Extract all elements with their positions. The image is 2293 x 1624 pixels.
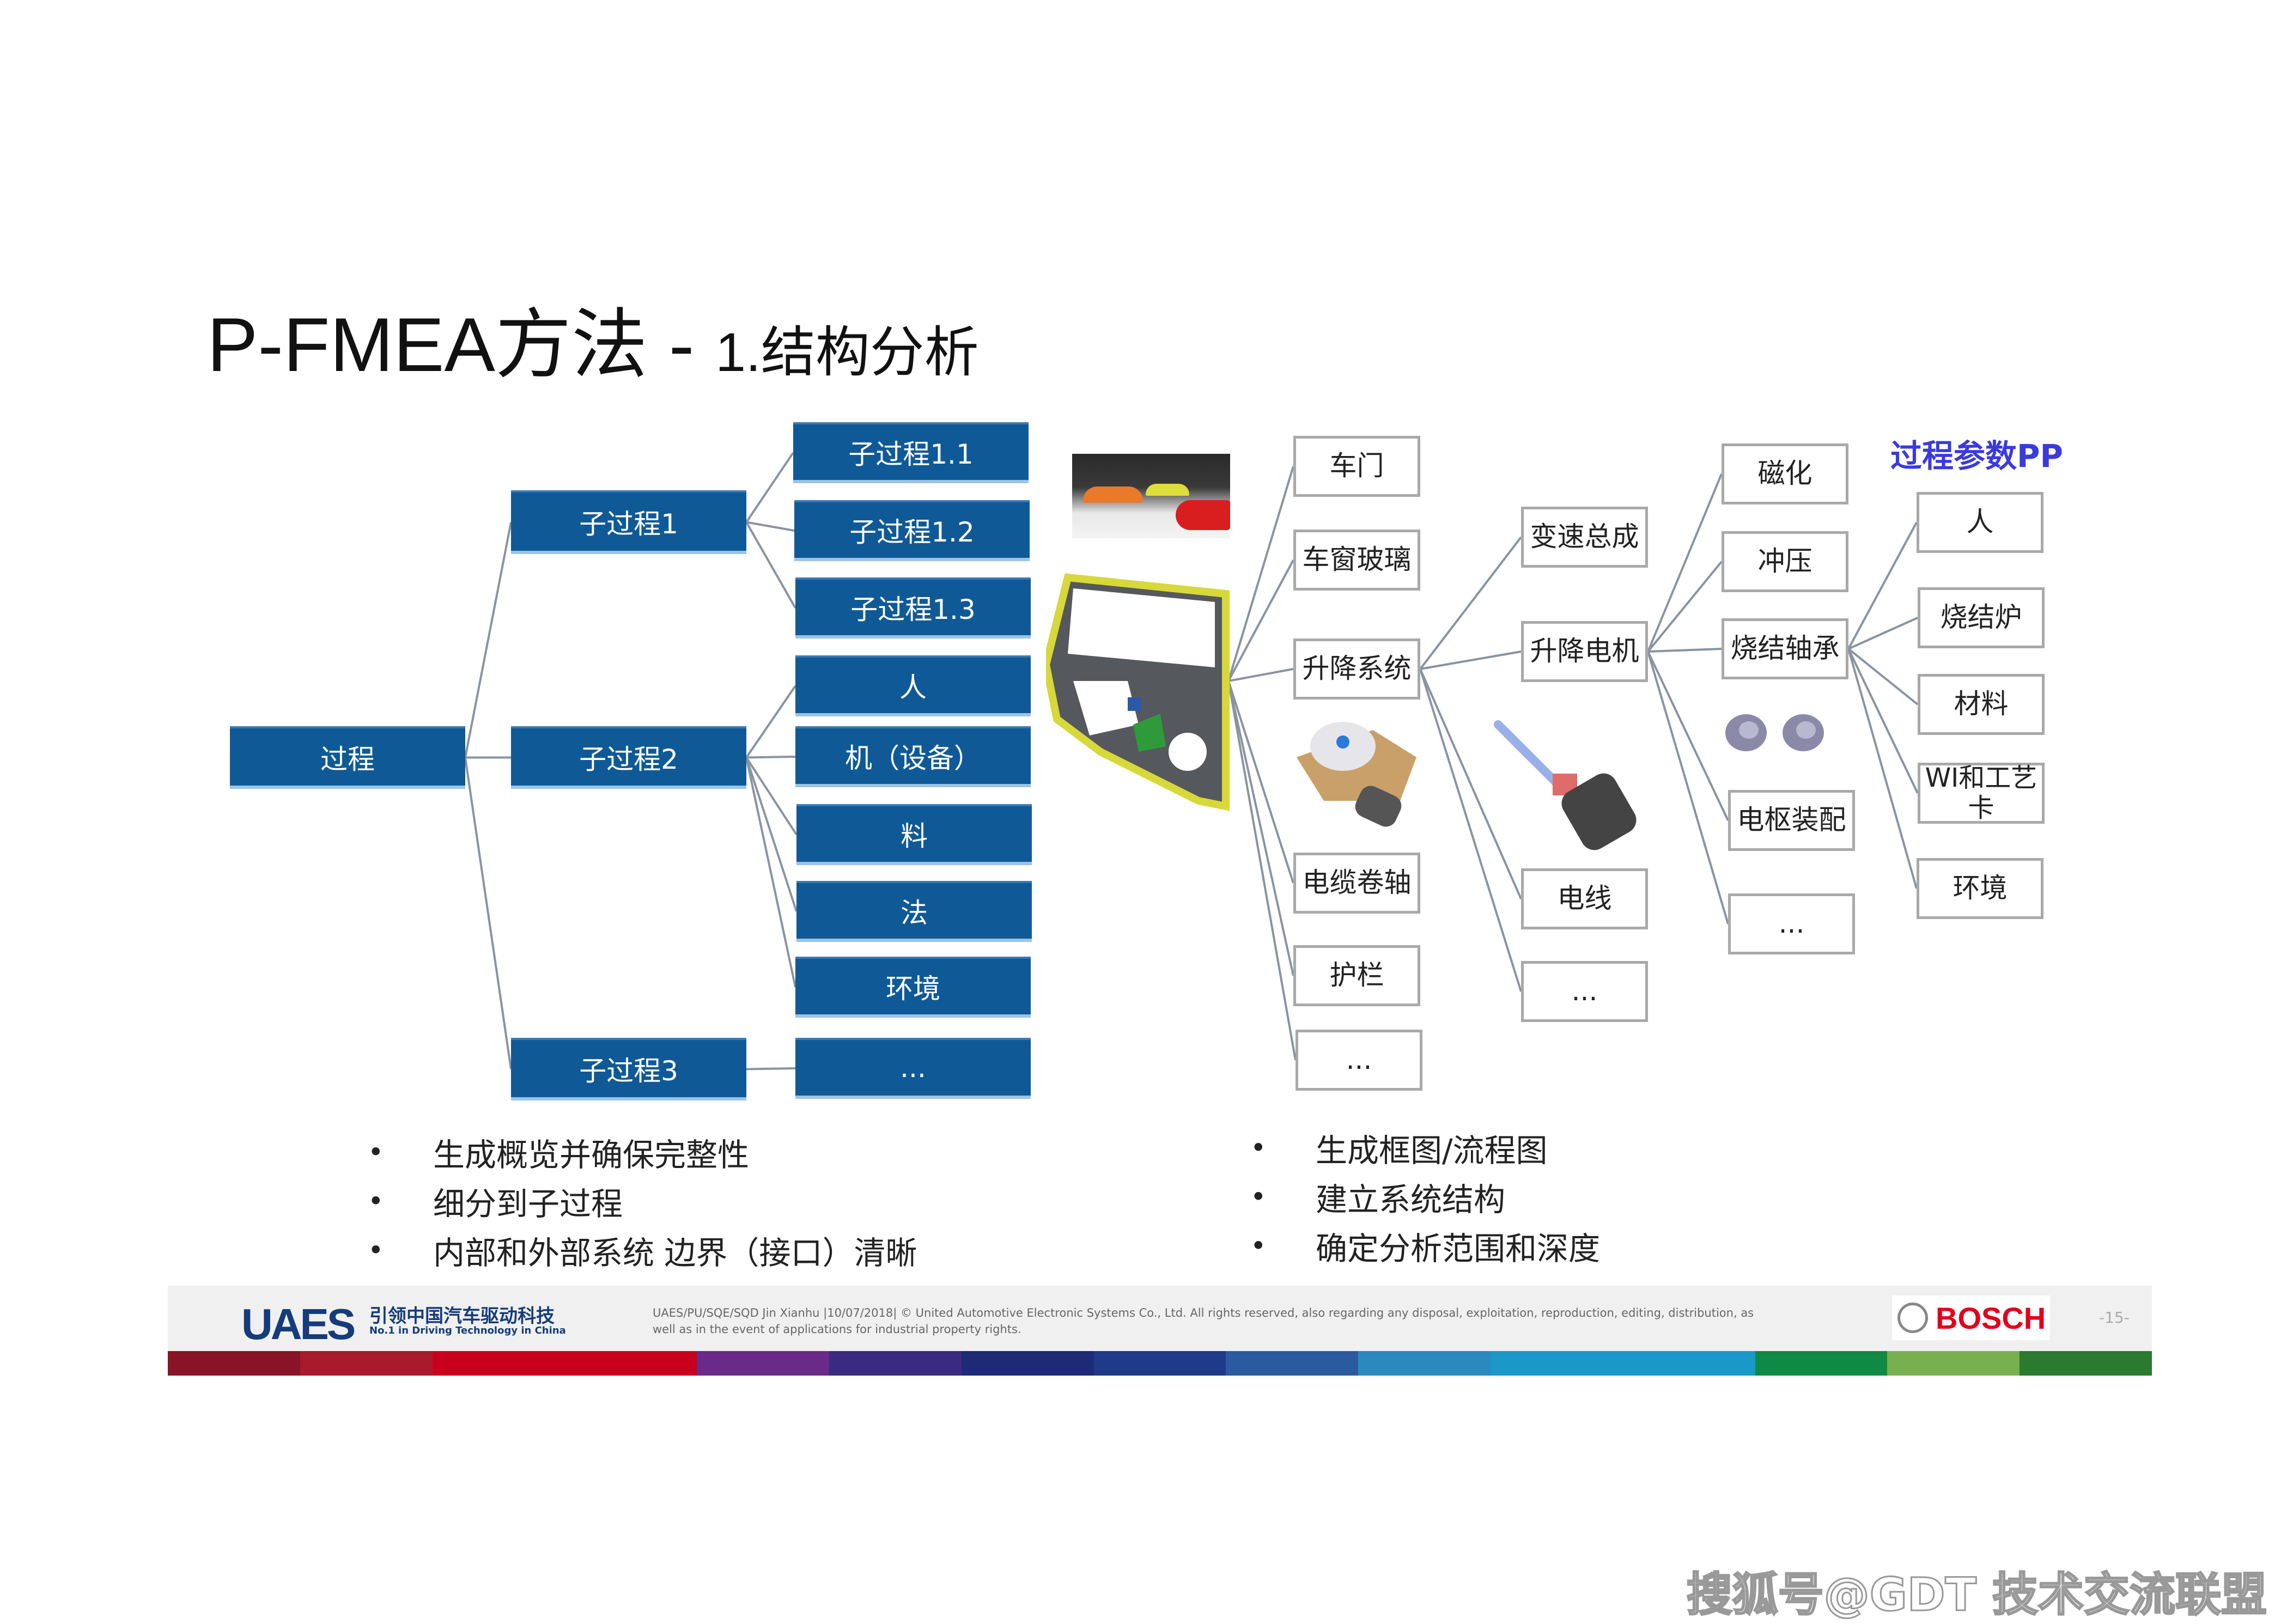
- node-gearbox-assembly: 变速总成: [1521, 507, 1648, 568]
- window-regulator-image: [1291, 708, 1422, 834]
- bullet-item: • 内部和外部系统 边界（接口）清晰: [368, 1234, 917, 1272]
- node-lift-motor: 升降电机: [1521, 621, 1648, 682]
- stripe-segment: [697, 1351, 829, 1376]
- connector-line: [1847, 648, 1919, 705]
- node-door: 车门: [1293, 436, 1420, 497]
- connector-line: [1227, 680, 1297, 1061]
- node-sintered-bearing: 烧结轴承: [1722, 618, 1848, 679]
- stripe-segment: [168, 1351, 300, 1376]
- node-subprocess-3: 子过程3: [511, 1038, 746, 1100]
- motor-image: [1493, 719, 1656, 855]
- stripe-segment: [829, 1351, 962, 1376]
- uaes-slogan-en: No.1 in Driving Technology in China: [369, 1325, 566, 1336]
- door-assembly-image: [1042, 572, 1231, 812]
- process-parameters-title: 过程参数PP: [1890, 437, 2064, 475]
- stripe-segment: [432, 1351, 565, 1376]
- connector-line: [1227, 680, 1294, 976]
- connector-line: [746, 756, 796, 759]
- connector-line: [1419, 536, 1522, 670]
- connector-line: [464, 522, 512, 758]
- connector-line: [1227, 559, 1294, 682]
- node-armature-assembly: 电枢装配: [1728, 790, 1855, 851]
- node-subprocess-3-more: ...: [795, 1038, 1031, 1099]
- connector-line: [745, 757, 798, 912]
- copyright-line-1: UAES/PU/SQE/SQD Jin Xianhu |10/07/2018| …: [653, 1306, 1754, 1319]
- connector-line: [746, 1067, 796, 1070]
- stripe-segment: [1755, 1351, 1888, 1376]
- node-subprocess-1-3: 子过程1.3: [795, 577, 1031, 638]
- node-environment: 环境: [795, 957, 1031, 1018]
- stripe-segment: [564, 1351, 697, 1376]
- copyright-line-2: well as in the event of applications for…: [653, 1323, 1021, 1336]
- node-window-glass: 车窗玻璃: [1293, 530, 1420, 591]
- connector-line: [1647, 648, 1722, 653]
- connector-line: [1848, 617, 1918, 650]
- bosch-armature-icon: [1897, 1303, 1928, 1333]
- connector-line: [746, 521, 795, 532]
- node-machine: 机（设备）: [795, 726, 1031, 787]
- color-stripe: [168, 1351, 2152, 1376]
- connector-line: [1420, 650, 1522, 670]
- node-pp-environment: 环境: [1917, 858, 2043, 919]
- node-subprocess-1-1: 子过程1.1: [793, 422, 1029, 483]
- connector-line: [464, 757, 512, 1069]
- connector-line: [745, 521, 796, 609]
- node-pp-wi-card: WI和工艺卡: [1918, 763, 2045, 824]
- connector-line: [1227, 680, 1294, 884]
- bullet-item: • 生成框图/流程图: [1250, 1132, 1548, 1169]
- connector-line: [1228, 668, 1294, 682]
- connector-line: [1647, 473, 1723, 652]
- uaes-logo: UAES: [241, 1300, 356, 1348]
- node-wire: 电线: [1521, 868, 1648, 929]
- node-guard-rail: 护栏: [1293, 945, 1420, 1006]
- node-magnetization: 磁化: [1722, 443, 1848, 504]
- node-subprocess-1: 子过程1: [511, 490, 746, 554]
- car-photo: [1072, 454, 1230, 538]
- node-subprocess-1-2: 子过程1.2: [794, 500, 1030, 561]
- connector-line: [745, 757, 796, 988]
- stripe-segment: [961, 1351, 1094, 1376]
- stripe-segment: [1490, 1351, 1623, 1376]
- node-process-root: 过程: [230, 726, 465, 789]
- node-method: 法: [796, 881, 1032, 942]
- stripe-segment: [1358, 1351, 1491, 1376]
- connector-line: [1227, 466, 1294, 682]
- bullet-item: • 建立系统结构: [1250, 1181, 1506, 1218]
- bullets-left: • 生成概览并确保完整性 • 细分到子过程 • 内部和外部系统 边界（接口）清晰: [368, 1128, 917, 1275]
- node-pp-sintering-furnace: 烧结炉: [1918, 587, 2045, 648]
- stripe-segment: [300, 1351, 433, 1376]
- stripe-segment: [1887, 1351, 2020, 1376]
- node-cable-drum: 电缆卷轴: [1293, 853, 1420, 914]
- node-subprocess-2: 子过程2: [511, 726, 746, 789]
- node-pp-man: 人: [1917, 492, 2043, 553]
- watermark: 搜狐号@GDT 技术交流联盟: [1686, 1567, 2267, 1622]
- node-man: 人: [795, 655, 1031, 716]
- connector-line: [1647, 651, 1729, 924]
- bullets-right: • 生成框图/流程图 • 建立系统结构 • 确定分析范围和深度: [1250, 1123, 1600, 1270]
- node-stamping: 冲压: [1722, 531, 1848, 592]
- node-struct-l3-more: ...: [1728, 893, 1855, 954]
- node-struct-l2-more: ...: [1521, 961, 1648, 1022]
- node-struct-l1-more: ...: [1295, 1030, 1422, 1091]
- bullet-item: • 细分到子过程: [368, 1185, 623, 1222]
- connector-line: [745, 452, 794, 523]
- stripe-segment: [1226, 1351, 1359, 1376]
- uaes-slogan-cn: 引领中国汽车驱动科技: [369, 1305, 555, 1327]
- connector-line: [745, 685, 796, 758]
- stripe-segment: [1093, 1351, 1226, 1376]
- node-pp-material: 材料: [1918, 674, 2045, 735]
- connector-line: [1647, 651, 1729, 821]
- node-material: 料: [796, 804, 1032, 865]
- connector-line: [1647, 561, 1723, 653]
- page-number: -15-: [2099, 1309, 2130, 1327]
- stripe-segment: [1622, 1351, 1755, 1376]
- bullet-item: • 生成概览并确保完整性: [368, 1136, 750, 1173]
- bosch-logo: BOSCH: [1892, 1295, 2050, 1340]
- bullet-item: • 确定分析范围和深度: [1250, 1230, 1601, 1267]
- slide-title: P-FMEA方法 - 1.结构分析: [207, 302, 979, 387]
- connector-line: [1847, 522, 1918, 649]
- bearings-image: [1722, 708, 1830, 757]
- stripe-segment: [2020, 1351, 2152, 1376]
- node-lift-system: 升降系统: [1293, 638, 1420, 700]
